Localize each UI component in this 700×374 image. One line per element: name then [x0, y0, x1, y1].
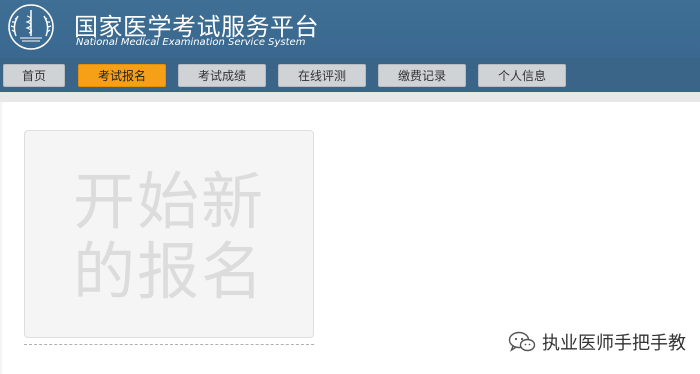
wechat-icon [508, 331, 536, 352]
site-header: 国家医学考试服务平台 National Medical Examination … [0, 0, 700, 58]
nav-exam-registration[interactable]: 考试报名 [78, 64, 166, 87]
watermark-text: 执业医师手把手教 [542, 333, 686, 354]
nav-divider [0, 92, 700, 102]
watermark: 执业医师手把手教 [508, 330, 686, 354]
nav-home[interactable]: 首页 [3, 64, 65, 87]
nav-payment-records[interactable]: 缴费记录 [378, 64, 466, 87]
medical-emblem-icon [8, 4, 54, 50]
dashed-divider [24, 344, 314, 345]
new-registration-label: 开始新的报名 [73, 165, 266, 308]
site-subtitle: National Medical Examination Service Sys… [76, 37, 306, 48]
nav-exam-scores[interactable]: 考试成绩 [178, 64, 266, 87]
main-nav: 首页 考试报名 考试成绩 在线评测 缴费记录 个人信息 [0, 58, 700, 92]
new-registration-card[interactable]: 开始新的报名 [24, 130, 314, 338]
nav-online-assessment[interactable]: 在线评测 [278, 64, 366, 87]
nav-personal-info[interactable]: 个人信息 [478, 64, 566, 87]
